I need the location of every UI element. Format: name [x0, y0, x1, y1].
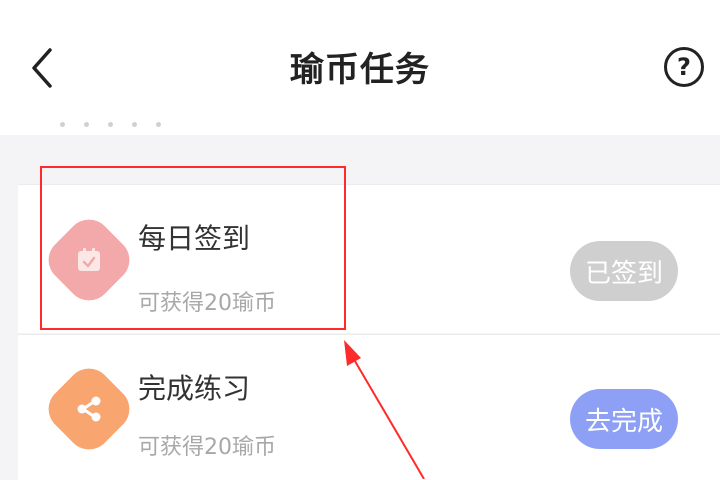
calendar-check-icon [78, 248, 100, 271]
dots-divider [60, 122, 161, 127]
page-title: 瑜币任务 [290, 50, 430, 90]
task-icon-container [39, 210, 139, 310]
task-name: 每日签到 [138, 222, 251, 255]
task-reward: 可获得20瑜币 [138, 291, 276, 316]
share-icon [77, 396, 101, 422]
question-icon: ? [677, 53, 691, 81]
go-complete-button[interactable]: 去完成 [570, 389, 678, 449]
checked-in-button: 已签到 [570, 241, 678, 301]
task-card-complete-practice: 完成练习 可获得20瑜币 去完成 [18, 334, 720, 480]
task-reward: 可获得20瑜币 [138, 435, 276, 460]
task-name: 完成练习 [138, 372, 251, 405]
help-button[interactable]: ? [664, 47, 704, 87]
top-bar: 瑜币任务 ? [0, 0, 720, 135]
task-icon-container [39, 359, 139, 459]
task-card-daily-checkin: 每日签到 可获得20瑜币 已签到 [18, 184, 720, 333]
